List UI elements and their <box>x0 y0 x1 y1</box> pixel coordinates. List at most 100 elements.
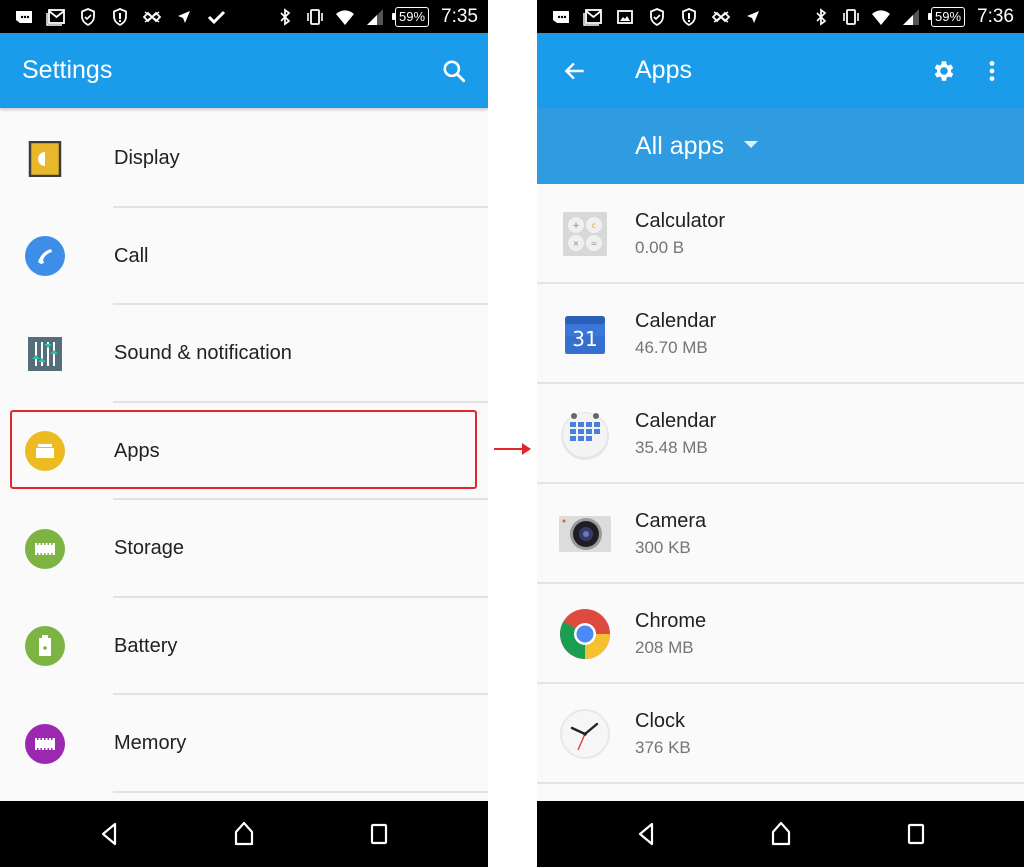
wifi-icon <box>335 7 355 27</box>
apps-list: + c × = Calculator 0.00 B 31 Calendar 46.70… <box>537 184 1024 784</box>
call-icon <box>25 236 65 277</box>
settings-item-label: Display <box>114 147 180 170</box>
vibrate-icon <box>305 7 325 27</box>
settings-item-storage[interactable]: Storage <box>0 500 488 598</box>
settings-item-label: Apps <box>114 439 160 462</box>
svg-text:c: c <box>592 221 596 230</box>
dropdown-caret-icon <box>743 140 758 148</box>
location-arrow-icon <box>174 7 194 27</box>
svg-text:+: + <box>572 221 580 231</box>
shield-alert-icon <box>110 7 130 27</box>
network-icon <box>142 7 162 27</box>
status-bar: 59% 7:36 <box>537 0 1024 33</box>
settings-item-label: Storage <box>114 537 185 560</box>
app-name: Calendar <box>635 310 717 332</box>
settings-app-bar: Settings <box>0 33 488 108</box>
navigation-bar <box>537 801 1024 867</box>
search-button[interactable] <box>430 47 478 95</box>
gmail-icon <box>583 7 603 27</box>
settings-screen: 59% 7:35 Settings Display Call Sound & n… <box>0 0 488 867</box>
shield-alert-icon <box>679 7 699 27</box>
memory-icon <box>25 723 65 764</box>
calculator-icon: + c × = <box>559 208 611 260</box>
apps-screen: 59% 7:36 Apps All apps + c × = Calculator 0… <box>537 0 1024 867</box>
status-time: 7:35 <box>441 5 478 27</box>
bluetooth-icon <box>275 7 295 27</box>
app-name: Camera <box>635 510 707 532</box>
signal-icon <box>901 7 921 27</box>
battery-icon <box>25 626 65 667</box>
settings-item-call[interactable]: Call <box>0 208 488 305</box>
nav-recents-button[interactable] <box>359 814 399 854</box>
settings-item-label: Sound & notification <box>114 342 292 365</box>
settings-button[interactable] <box>920 47 968 95</box>
nav-home-button[interactable] <box>224 814 264 854</box>
divider <box>537 782 1024 784</box>
settings-item-battery[interactable]: Battery <box>0 598 488 695</box>
svg-text:×: × <box>573 239 580 248</box>
app-size: 46.70 MB <box>635 338 708 357</box>
recents-icon <box>907 823 924 845</box>
bluetooth-icon <box>811 7 831 27</box>
page-title: Settings <box>22 56 113 84</box>
back-arrow-icon <box>564 62 584 79</box>
page-title: Apps <box>635 56 692 84</box>
app-name: Calendar <box>635 410 717 432</box>
navigation-bar <box>0 801 488 867</box>
nav-home-button[interactable] <box>761 814 801 854</box>
battery-indicator: 59% <box>391 6 430 27</box>
more-options-button[interactable] <box>968 47 1016 95</box>
recents-icon <box>370 823 388 845</box>
app-item-calendar[interactable]: Calendar 35.48 MB <box>537 384 1024 484</box>
chat-bubble-icon <box>551 7 571 27</box>
arrow-annotation <box>494 443 531 455</box>
sound-icon <box>25 334 65 374</box>
app-item-calculator[interactable]: + c × = Calculator 0.00 B <box>537 184 1024 284</box>
google-calendar-icon: 31 <box>559 308 611 360</box>
settings-item-label: Call <box>114 244 149 267</box>
app-size: 376 KB <box>635 738 691 757</box>
nav-back-button[interactable] <box>626 814 666 854</box>
home-icon <box>771 821 790 846</box>
chrome-icon <box>559 608 611 660</box>
settings-item-sound[interactable]: Sound & notification <box>0 305 488 403</box>
back-button[interactable] <box>551 47 599 95</box>
app-item-google-calendar[interactable]: 31 Calendar 46.70 MB <box>537 284 1024 384</box>
divider <box>113 790 488 793</box>
gmail-icon <box>46 7 66 27</box>
image-icon <box>615 7 635 27</box>
home-icon <box>234 821 254 846</box>
app-item-chrome[interactable]: Chrome 208 MB <box>537 584 1024 684</box>
checkmark-icon <box>206 7 226 27</box>
settings-list: Display Call Sound & notification Apps S… <box>0 110 488 793</box>
shield-check-icon <box>78 7 98 27</box>
battery-indicator: 59% <box>927 6 966 27</box>
chat-bubble-icon <box>14 7 34 27</box>
app-size: 0.00 B <box>635 238 685 257</box>
nav-recents-button[interactable] <box>896 814 936 854</box>
back-triangle-icon <box>101 822 117 846</box>
nav-back-button[interactable] <box>89 814 129 854</box>
settings-item-display[interactable]: Display <box>0 110 488 208</box>
vibrate-icon <box>841 7 861 27</box>
wifi-icon <box>871 7 891 27</box>
display-icon <box>25 139 65 179</box>
app-item-clock[interactable]: Clock 376 KB <box>537 684 1024 784</box>
settings-item-memory[interactable]: Memory <box>0 695 488 793</box>
camera-icon <box>559 508 611 560</box>
signal-icon <box>365 7 385 27</box>
svg-text:31: 31 <box>572 327 597 351</box>
app-name: Calculator <box>635 210 726 232</box>
status-time: 7:36 <box>977 5 1014 27</box>
settings-item-apps[interactable]: Apps <box>0 403 488 500</box>
search-icon <box>443 59 466 82</box>
app-item-camera[interactable]: Camera 300 KB <box>537 484 1024 584</box>
calendar-icon <box>559 408 611 460</box>
apps-app-bar: Apps <box>537 33 1024 108</box>
app-size: 300 KB <box>635 538 691 557</box>
gear-icon <box>934 60 954 81</box>
clock-icon <box>559 708 611 760</box>
app-filter-dropdown[interactable]: All apps <box>537 108 1024 184</box>
apps-icon <box>25 431 65 472</box>
back-triangle-icon <box>638 822 653 846</box>
